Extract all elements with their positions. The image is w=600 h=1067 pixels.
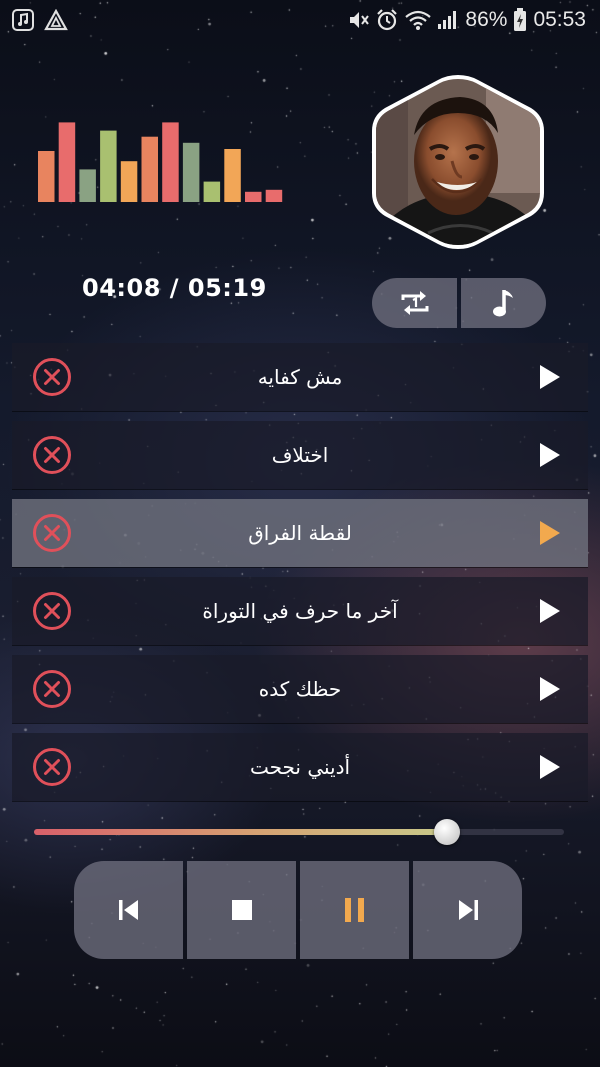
equalizer-bar (141, 136, 158, 202)
equalizer-bar (100, 130, 117, 202)
status-bar: 86% 05:53 (0, 0, 600, 40)
equalizer-bar (203, 181, 221, 202)
remove-circle-icon[interactable] (32, 513, 72, 553)
track-title: حظك كده (258, 677, 342, 701)
play-icon[interactable] (538, 753, 562, 781)
track-title: آخر ما حرف في التوراة (202, 599, 398, 623)
playlist-music-button[interactable] (461, 278, 546, 328)
battery-percentage: 86% (465, 8, 508, 31)
previous-button[interactable] (74, 861, 183, 959)
remove-circle-icon[interactable] (32, 357, 72, 397)
seek-thumb[interactable] (434, 819, 461, 845)
transport-controls (74, 861, 522, 959)
play-icon[interactable] (538, 441, 562, 469)
equalizer-bar (79, 169, 96, 202)
equalizer-bar (58, 122, 76, 202)
stop-icon (231, 900, 252, 920)
seek-progress (34, 829, 448, 835)
track-row[interactable]: أديني نجحت (12, 733, 588, 801)
track-row[interactable]: مش كفايه (12, 343, 588, 411)
seek-bar[interactable] (34, 818, 564, 846)
repeat-one-icon (401, 291, 428, 315)
remove-circle-icon[interactable] (32, 435, 72, 475)
mute-icon (350, 12, 370, 28)
track-title: مش كفايه (257, 365, 343, 389)
play-icon[interactable] (538, 363, 562, 391)
remove-circle-icon[interactable] (32, 669, 72, 709)
playlist: مش كفايه اختلاف لقطة الفراق آخر ما حرف في ا… (12, 343, 588, 811)
track-title: اختلاف (271, 443, 329, 467)
triangle-app-icon (44, 9, 68, 31)
equalizer-bar (182, 142, 200, 202)
track-row[interactable]: اختلاف (12, 421, 588, 489)
track-title: لقطة الفراق (248, 521, 352, 545)
track-row[interactable]: حظك كده (12, 655, 588, 723)
track-title: أديني نجحت (249, 755, 351, 779)
remove-circle-icon[interactable] (32, 747, 72, 787)
equalizer-bar (162, 122, 179, 202)
equalizer-bar (120, 161, 138, 202)
pause-button[interactable] (300, 861, 409, 959)
music-note-icon (12, 9, 34, 31)
stop-button[interactable] (187, 861, 296, 959)
music-note-icon (492, 290, 513, 317)
equalizer-bar (265, 189, 283, 202)
status-time: 05:53 (533, 8, 586, 31)
alarm-icon (377, 9, 398, 31)
play-icon[interactable] (538, 597, 562, 625)
signal-icon (438, 11, 457, 29)
next-button[interactable] (413, 861, 522, 959)
track-row[interactable]: لقطة الفراق (12, 499, 588, 567)
equalizer-bar (245, 191, 262, 202)
battery-icon (514, 8, 527, 31)
pause-icon (344, 898, 364, 922)
skip-next-icon (458, 900, 478, 920)
equalizer-visualizer (38, 122, 283, 202)
equalizer-bar (38, 151, 55, 202)
play-icon[interactable] (538, 675, 562, 703)
equalizer-bar (224, 149, 241, 202)
repeat-one-button[interactable] (372, 278, 457, 328)
skip-previous-icon (118, 900, 138, 920)
album-art (372, 75, 544, 249)
play-icon[interactable] (538, 519, 562, 547)
track-row[interactable]: آخر ما حرف في التوراة (12, 577, 588, 645)
mode-buttons (372, 278, 546, 328)
remove-circle-icon[interactable] (32, 591, 72, 631)
time-display: 04:08 / 05:19 (82, 274, 267, 302)
wifi-icon (405, 10, 432, 30)
